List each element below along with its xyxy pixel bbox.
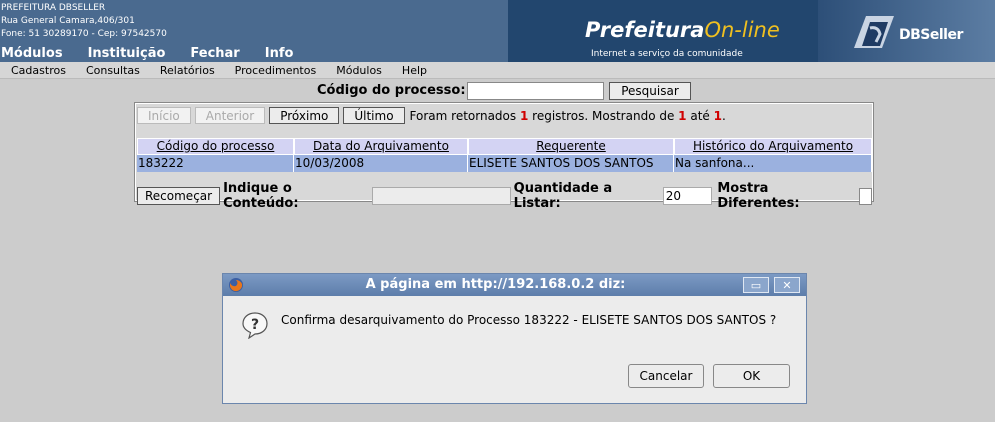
- org-name: PREFEITURA DBSELLER: [1, 3, 106, 13]
- confirm-dialog: A página em http://192.168.0.2 diz: ▭ ✕ …: [222, 273, 807, 404]
- content-label: Indique o Conteúdo:: [223, 181, 299, 211]
- pager-text-a: Foram retornados: [409, 108, 517, 123]
- range-to: 1: [713, 108, 722, 123]
- org-contact: Fone: 51 30289170 - Cep: 97542570: [1, 29, 167, 39]
- nav-info[interactable]: Info: [265, 46, 294, 61]
- process-code-label: Código do processo:: [317, 83, 466, 98]
- column-header-historico[interactable]: Histórico do Arquivamento: [674, 138, 872, 155]
- close-button[interactable]: ✕: [774, 277, 800, 293]
- pager-text-c: até: [690, 108, 710, 123]
- svg-text:?: ?: [251, 317, 259, 333]
- menu-cadastros[interactable]: Cadastros: [11, 64, 66, 77]
- dialog-titlebar[interactable]: A página em http://192.168.0.2 diz: ▭ ✕: [223, 274, 806, 296]
- restart-button[interactable]: Recomeçar: [137, 187, 221, 205]
- content-input[interactable]: [371, 187, 511, 205]
- dialog-title: A página em http://192.168.0.2 diz:: [365, 277, 626, 292]
- table-row[interactable]: 183222 10/03/2008 ELISETE SANTOS DOS SAN…: [137, 155, 872, 172]
- brand-logo: PrefeituraOn-line: [585, 18, 780, 42]
- maximize-button[interactable]: ▭: [743, 277, 769, 293]
- column-header-requerente[interactable]: Requerente: [468, 138, 674, 155]
- search-button[interactable]: Pesquisar: [609, 82, 691, 100]
- results-panel: Início Anterior Próximo Último Foram ret…: [134, 102, 874, 211]
- pagination-status: Foram retornados 1 registros. Mostrando …: [410, 109, 726, 123]
- nav-modulos[interactable]: Módulos: [1, 46, 63, 61]
- menu-modulos[interactable]: Módulos: [336, 64, 382, 77]
- cell-data[interactable]: 10/03/2008: [294, 155, 468, 172]
- show-different-label: Mostra Diferentes:: [717, 181, 800, 211]
- dbseller-logo-icon: [854, 16, 894, 48]
- question-icon: ?: [242, 312, 268, 339]
- cancel-button[interactable]: Cancelar: [628, 364, 704, 388]
- last-page-button[interactable]: Último: [343, 107, 405, 124]
- previous-page-button[interactable]: Anterior: [194, 107, 266, 124]
- brand-tagline: Internet a serviço da comunidade: [591, 49, 743, 59]
- nav-fechar[interactable]: Fechar: [190, 46, 239, 61]
- pagination-bar: Início Anterior Próximo Último Foram ret…: [137, 107, 726, 124]
- process-code-input[interactable]: [467, 82, 604, 100]
- column-header-codigo[interactable]: Código do processo: [137, 138, 294, 155]
- cell-historico[interactable]: Na sanfona...: [674, 155, 872, 172]
- range-from: 1: [678, 108, 687, 123]
- show-different-checkbox[interactable]: [859, 187, 872, 205]
- menubar: Cadastros Consultas Relatórios Procedime…: [0, 62, 995, 79]
- org-info: PREFEITURA DBSELLER Rua General Camara,4…: [1, 2, 167, 41]
- menu-procedimentos[interactable]: Procedimentos: [235, 64, 317, 77]
- record-count: 1: [519, 108, 529, 123]
- app-header: PREFEITURA DBSELLER Rua General Camara,4…: [0, 0, 995, 62]
- brand-text-b: On-line: [704, 18, 780, 42]
- nav-instituicao[interactable]: Instituição: [88, 46, 166, 61]
- quantity-label: Quantidade a Listar:: [513, 181, 613, 211]
- pager-text-d: .: [722, 108, 726, 123]
- filter-bar: Recomeçar Indique o Conteúdo: Quantidade…: [137, 181, 872, 211]
- next-page-button[interactable]: Próximo: [269, 107, 340, 124]
- column-header-data[interactable]: Data do Arquivamento: [294, 138, 468, 155]
- partner-logo-text: DBSeller: [899, 27, 963, 43]
- brand-text-a: Prefeitura: [585, 18, 705, 42]
- first-page-button[interactable]: Início: [137, 107, 191, 124]
- results-table: Código do processo Data do Arquivamento …: [137, 138, 872, 172]
- menu-help[interactable]: Help: [402, 64, 427, 77]
- ok-button[interactable]: OK: [713, 364, 790, 388]
- org-address: Rua General Camara,406/301: [1, 16, 135, 26]
- menu-relatorios[interactable]: Relatórios: [160, 64, 215, 77]
- dialog-message: Confirma desarquivamento do Processo 183…: [281, 313, 777, 327]
- cell-requerente[interactable]: ELISETE SANTOS DOS SANTOS: [468, 155, 674, 172]
- menu-consultas[interactable]: Consultas: [86, 64, 140, 77]
- quantity-input[interactable]: 20: [662, 187, 713, 205]
- cell-codigo[interactable]: 183222: [137, 155, 294, 172]
- table-header-row: Código do processo Data do Arquivamento …: [137, 138, 872, 155]
- pager-text-b: registros. Mostrando de: [532, 108, 675, 123]
- top-navigation: Módulos Instituição Fechar Info: [0, 46, 318, 61]
